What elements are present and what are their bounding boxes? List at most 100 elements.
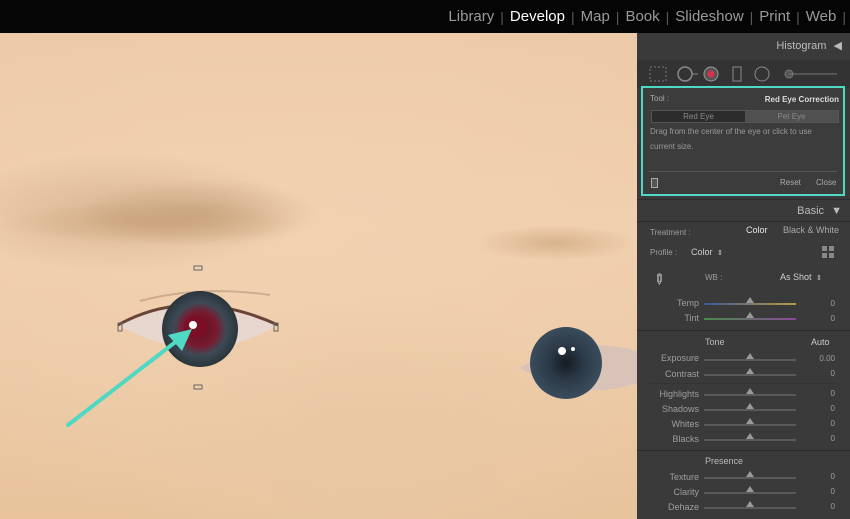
module-web[interactable]: Web — [800, 8, 843, 25]
exposure-slider-knob[interactable] — [746, 353, 754, 359]
texture-slider-knob[interactable] — [746, 471, 754, 477]
clarity-slider-knob[interactable] — [746, 486, 754, 492]
treatment-label: Treatment : — [650, 228, 691, 237]
profile-value: Color — [691, 247, 713, 257]
shadows-slider-knob[interactable] — [746, 403, 754, 409]
whites-label: Whites — [671, 419, 699, 429]
module-slideshow[interactable]: Slideshow — [669, 8, 749, 25]
whites-slider-knob[interactable] — [746, 418, 754, 424]
module-print[interactable]: Print — [753, 8, 796, 25]
graduated-filter-icon[interactable] — [732, 66, 742, 82]
mode-toggle: Red Eye Pet Eye — [651, 110, 839, 123]
highlights-value[interactable]: 0 — [811, 389, 835, 398]
blacks-slider-knob[interactable] — [746, 433, 754, 439]
mask-toggle-icon[interactable] — [651, 178, 658, 188]
divider — [637, 199, 850, 200]
divider — [637, 221, 850, 222]
dehaze-value[interactable]: 0 — [811, 502, 835, 511]
dehaze-slider[interactable] — [704, 507, 796, 509]
close-button[interactable]: Close — [816, 178, 836, 187]
blacks-label: Blacks — [672, 434, 699, 444]
profile-dropdown[interactable]: Color ⇕ — [691, 247, 723, 257]
dropdown-arrow-icon: ⇕ — [816, 275, 822, 282]
tint-label: Tint — [684, 313, 699, 323]
red-eye-mode-button[interactable]: Red Eye — [652, 111, 745, 122]
tool-name: Red Eye Correction — [764, 95, 839, 104]
module-develop[interactable]: Develop — [504, 8, 571, 25]
exposure-value[interactable]: 0.00 — [811, 354, 835, 363]
temp-slider[interactable] — [704, 303, 796, 305]
tint-value[interactable]: 0 — [811, 314, 835, 323]
exposure-slider[interactable] — [704, 359, 796, 361]
toolbox-divider — [649, 171, 837, 172]
module-map[interactable]: Map — [575, 8, 616, 25]
collapse-down-icon: ▼ — [831, 205, 842, 217]
temp-value[interactable]: 0 — [811, 299, 835, 308]
contrast-label: Contrast — [664, 369, 699, 379]
contrast-slider-knob[interactable] — [746, 368, 754, 374]
module-bar: Library | Develop | Map | Book | Slidesh… — [0, 0, 850, 33]
blacks-slider[interactable] — [704, 439, 796, 441]
profile-browser-grid-icon[interactable] — [822, 246, 834, 258]
photo-canvas[interactable] — [0, 33, 637, 519]
reset-button[interactable]: Reset — [780, 178, 801, 187]
texture-label: Texture — [669, 472, 699, 482]
clarity-label: Clarity — [673, 487, 699, 497]
right-panel: Histogram ◀ Tool: Red Eye Correction Re… — [637, 33, 850, 519]
brush-slider-icon[interactable] — [784, 69, 837, 79]
shadows-slider[interactable] — [704, 409, 796, 411]
treatment-color-button[interactable]: Color — [746, 225, 768, 235]
red-eye-icon[interactable] — [703, 66, 719, 82]
auto-tone-button[interactable]: Auto — [811, 337, 830, 347]
histogram-header[interactable]: Histogram ◀ — [776, 39, 842, 52]
texture-value[interactable]: 0 — [811, 472, 835, 481]
divider — [650, 383, 837, 384]
whites-value[interactable]: 0 — [811, 419, 835, 428]
spot-removal-icon[interactable] — [677, 66, 698, 82]
contrast-slider[interactable] — [704, 374, 796, 376]
clarity-slider[interactable] — [704, 492, 796, 494]
crop-icon[interactable] — [649, 66, 667, 82]
module-book[interactable]: Book — [619, 8, 665, 25]
photo-image — [0, 201, 637, 427]
eyedropper-icon[interactable]: ✎ — [649, 269, 669, 289]
tint-slider[interactable] — [704, 318, 796, 320]
divider — [637, 450, 850, 451]
blacks-value[interactable]: 0 — [811, 434, 835, 443]
highlights-slider-knob[interactable] — [746, 388, 754, 394]
shadows-label: Shadows — [661, 404, 699, 414]
collapse-left-icon: ◀ — [833, 40, 842, 52]
treatment-bw-button[interactable]: Black & White — [783, 225, 839, 235]
temp-label: Temp — [676, 298, 699, 308]
tone-title: Tone — [705, 337, 725, 347]
temp-slider-knob[interactable] — [746, 297, 754, 303]
dehaze-label: Dehaze — [667, 502, 699, 512]
whites-slider[interactable] — [704, 424, 796, 426]
dehaze-slider-knob[interactable] — [746, 501, 754, 507]
module-picker: Library | Develop | Map | Book | Slidesh… — [442, 0, 850, 33]
pet-eye-mode-button[interactable]: Pet Eye — [745, 111, 838, 122]
presence-title: Presence — [705, 456, 744, 466]
wb-value: As Shot — [780, 272, 812, 282]
contrast-value[interactable]: 0 — [811, 369, 835, 378]
histogram-title: Histogram — [776, 40, 827, 52]
radial-filter-icon[interactable] — [754, 66, 770, 82]
module-separator: | — [842, 8, 846, 25]
red-eye-tool-panel: Tool : Red Eye Correction Red Eye Pet Ey… — [641, 86, 845, 196]
exposure-label: Exposure — [660, 353, 699, 363]
wb-label: WB : — [705, 273, 723, 282]
basic-header[interactable]: Basic ▼ — [797, 205, 842, 217]
highlights-slider[interactable] — [704, 394, 796, 396]
tool-label: Tool : — [650, 94, 670, 103]
shadows-value[interactable]: 0 — [811, 404, 835, 413]
tool-hint-line2: current size. — [650, 142, 694, 151]
highlights-label: Highlights — [659, 389, 699, 399]
profile-label: Profile : — [650, 248, 678, 257]
clarity-value[interactable]: 0 — [811, 487, 835, 496]
module-library[interactable]: Library — [442, 8, 500, 25]
divider — [637, 330, 850, 331]
wb-dropdown[interactable]: As Shot ⇕ — [780, 272, 822, 282]
tint-slider-knob[interactable] — [746, 312, 754, 318]
texture-slider[interactable] — [704, 477, 796, 479]
basic-title: Basic — [797, 205, 825, 217]
